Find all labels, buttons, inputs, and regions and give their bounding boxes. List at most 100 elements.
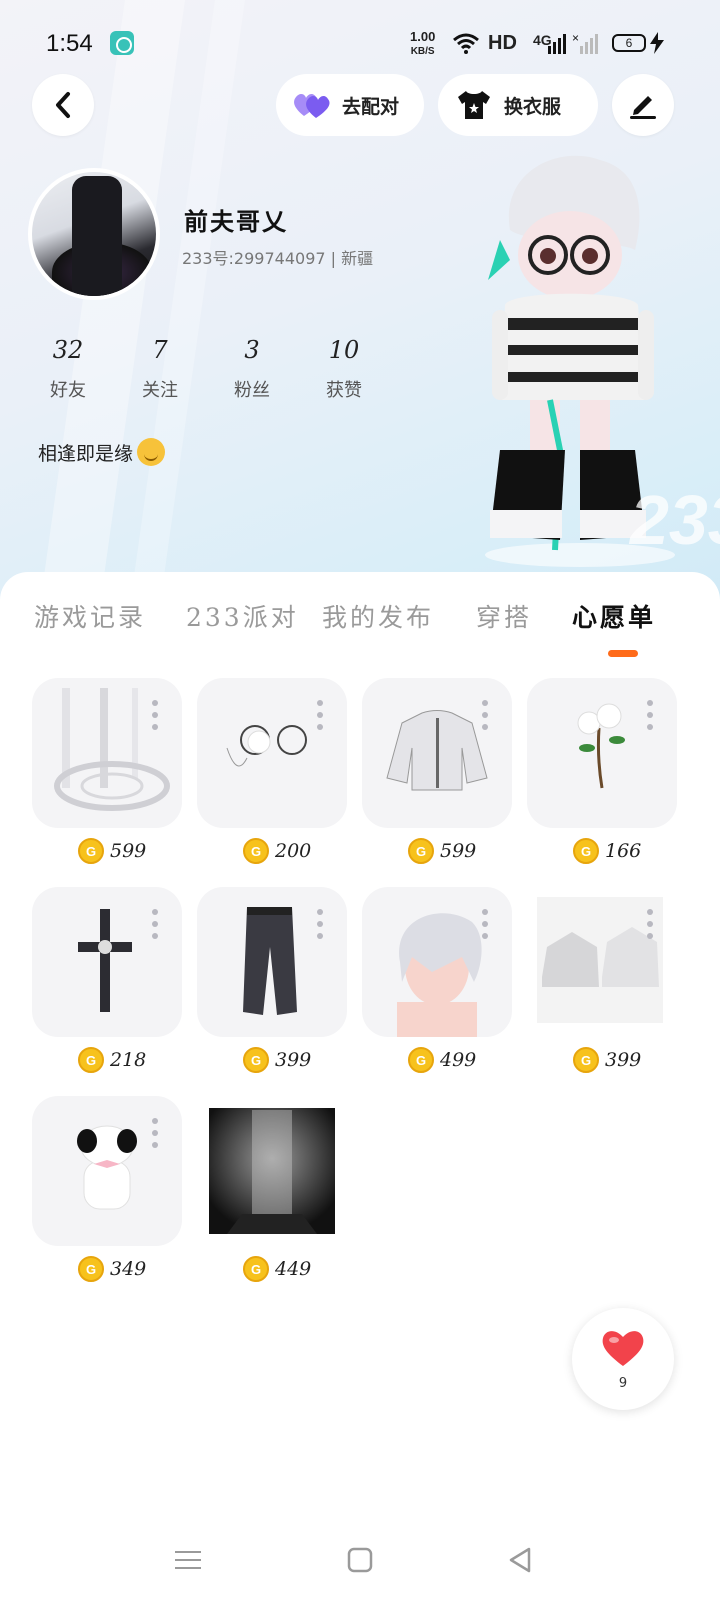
recent-apps-button[interactable] [168,1540,208,1580]
more-options-icon[interactable] [152,700,158,730]
more-options-icon[interactable] [647,909,653,939]
price-value: 399 [275,1049,312,1071]
item-thumbnail [197,678,347,828]
portal-scene-image [209,1108,335,1234]
match-button[interactable]: 去配对 [276,74,424,136]
item-price: G 166 [573,838,641,864]
status-time: 1:54 [46,30,93,57]
item-price: G 599 [408,838,476,864]
price-value: 599 [110,840,147,862]
stat-likes[interactable]: 10 获赞 [306,336,382,402]
favorite-button[interactable]: 9 [572,1308,674,1410]
smile-emoji-icon [137,438,166,466]
glasses-image [226,725,307,767]
heart-icon [602,1331,644,1366]
hair-image [397,913,482,1037]
wishlist-item[interactable]: G 399 [527,887,677,1073]
sneakers-image [537,897,663,1023]
stat-following[interactable]: 7 关注 [122,336,198,402]
more-options-icon[interactable] [482,909,488,939]
square-icon [347,1547,373,1573]
dress-up-button-label: 换衣服 [504,95,562,118]
more-options-icon[interactable] [152,909,158,939]
more-options-icon[interactable] [647,700,653,730]
nickname: 前夫哥乂 [184,207,288,236]
edit-profile-button[interactable] [612,74,674,136]
flower-image [577,703,625,789]
wishlist-item[interactable]: G 166 [527,678,677,864]
menu-icon [175,1551,201,1569]
hd-indicator: HD [488,32,517,54]
wishlist-item[interactable]: G 399 [197,887,347,1073]
coin-icon: G [573,1047,599,1073]
more-options-icon[interactable] [152,1118,158,1148]
profile-tabs: 游戏记录 233派对 我的发布 穿搭 心愿单 [0,572,720,668]
item-price: G 449 [243,1256,311,1282]
item-price: G 349 [78,1256,146,1282]
item-thumbnail [197,887,347,1037]
dress-up-button[interactable]: 换衣服 [438,74,598,136]
coin-icon: G [243,1256,269,1282]
tab-outfits[interactable]: 穿搭 [476,598,532,634]
hero-watermark: 233 [630,481,720,559]
pencil-icon [630,96,656,119]
stat-label: 粉丝 [234,380,270,401]
item-thumbnail [197,1096,347,1246]
chevron-left-icon [56,92,70,118]
signal-bars-icon [548,34,566,54]
wishlist-item[interactable]: G 499 [362,887,512,1073]
stat-friends[interactable]: 32 好友 [30,336,106,402]
avatar[interactable] [28,168,160,300]
more-options-icon[interactable] [482,700,488,730]
jeans-image [243,907,297,1015]
tab-wishlist[interactable]: 心愿单 [572,598,656,634]
item-thumbnail [32,678,182,828]
wishlist-item[interactable]: G 349 [32,1096,182,1282]
item-thumbnail [527,678,677,828]
item-thumbnail [32,1096,182,1246]
stat-label: 获赞 [326,380,362,401]
price-value: 218 [110,1049,147,1071]
item-thumbnail [362,678,512,828]
wishlist-item[interactable]: G 599 [32,678,182,864]
price-value: 449 [275,1258,312,1280]
charging-icon [650,32,664,54]
stat-value: 10 [328,336,360,364]
price-value: 349 [110,1258,147,1280]
wishlist-item[interactable]: G 200 [197,678,347,864]
signal-bars-empty-icon: × [572,32,598,54]
svg-text:×: × [572,32,579,45]
more-options-icon[interactable] [317,909,323,939]
app-notification-icon [110,31,134,55]
stat-fans[interactable]: 3 粉丝 [214,336,290,402]
cross-image [78,909,132,1012]
item-price: G 399 [243,1047,311,1073]
stat-value: 3 [244,336,260,364]
back-button[interactable] [32,74,94,136]
tab-233-party[interactable]: 233派对 [186,598,299,634]
wishlist-item[interactable]: G 218 [32,887,182,1073]
network-speed-value: 1.00 [410,29,436,44]
active-tab-indicator [608,650,638,657]
tab-game-records[interactable]: 游戏记录 [34,598,146,634]
panda-pet-image [77,1125,137,1210]
wifi-icon [453,33,479,54]
stat-label: 关注 [142,380,178,401]
double-heart-icon [292,85,332,125]
jacket-image [386,710,488,791]
home-button[interactable] [340,1540,380,1580]
back-nav-button[interactable] [500,1540,540,1580]
item-thumbnail [32,887,182,1037]
bio-text: 相逢即是缘 [38,443,134,465]
price-value: 166 [605,840,642,862]
price-value: 599 [440,840,477,862]
tab-my-posts[interactable]: 我的发布 [322,598,434,634]
wishlist-item[interactable]: G 599 [362,678,512,864]
item-price: G 218 [78,1047,146,1073]
wishlist-item[interactable]: G 449 [197,1096,347,1282]
item-thumbnail [362,887,512,1037]
network-speed-unit: KB/S [410,46,435,57]
coin-icon: G [408,838,434,864]
more-options-icon[interactable] [317,700,323,730]
coin-icon: G [78,838,104,864]
